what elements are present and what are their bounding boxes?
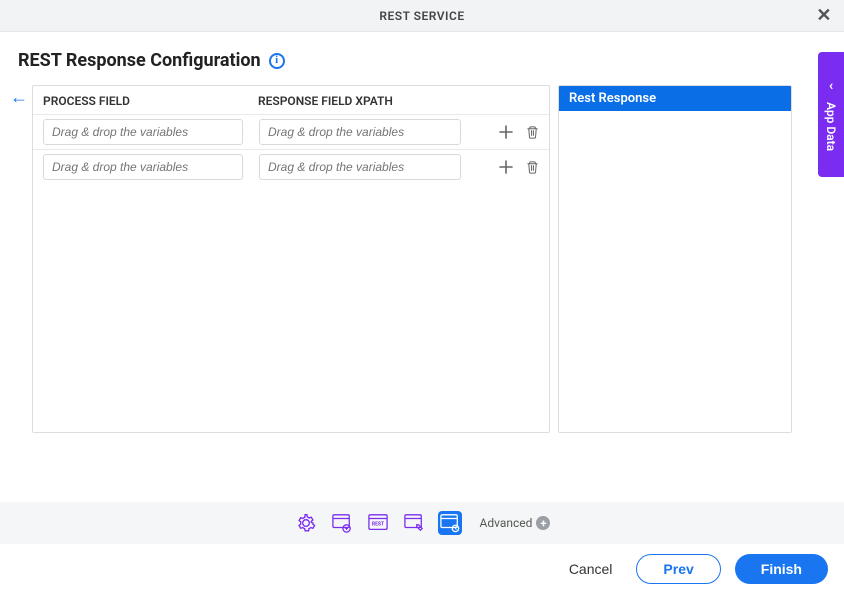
add-row-icon[interactable] xyxy=(497,158,515,176)
form-edit-icon[interactable] xyxy=(402,511,426,535)
panels-container: PROCESS FIELD RESPONSE FIELD XPATH xyxy=(32,85,826,433)
back-arrow-icon[interactable]: ← xyxy=(10,89,28,107)
response-field-input[interactable] xyxy=(259,154,461,180)
page-title-row: REST Response Configuration i xyxy=(0,32,844,85)
delete-row-icon[interactable] xyxy=(523,123,541,141)
footer-actions: Cancel Prev Finish xyxy=(0,544,844,594)
cancel-button[interactable]: Cancel xyxy=(559,555,623,583)
rest-response-panel: Rest Response xyxy=(558,85,792,433)
table-row xyxy=(33,114,549,149)
add-row-icon[interactable] xyxy=(497,123,515,141)
mapping-table-panel: PROCESS FIELD RESPONSE FIELD XPATH xyxy=(32,85,550,433)
finish-button[interactable]: Finish xyxy=(735,554,828,584)
app-data-side-tab[interactable]: ‹ App Data xyxy=(818,52,844,177)
rest-config-icon[interactable]: REST xyxy=(366,511,390,535)
advanced-button[interactable]: Advanced + xyxy=(480,516,551,530)
table-row xyxy=(33,149,549,184)
step-nav-strip: REST Advanced + xyxy=(0,502,844,544)
response-timer-icon[interactable] xyxy=(438,511,462,535)
dialog-title: REST SERVICE xyxy=(379,9,464,23)
form-link-icon[interactable] xyxy=(330,511,354,535)
process-field-input[interactable] xyxy=(43,154,243,180)
prev-button[interactable]: Prev xyxy=(636,554,720,584)
page-title: REST Response Configuration xyxy=(18,50,261,71)
gear-icon[interactable] xyxy=(294,511,318,535)
svg-text:REST: REST xyxy=(371,522,383,528)
rest-response-header: Rest Response xyxy=(559,86,791,111)
process-field-input[interactable] xyxy=(43,119,243,145)
info-icon[interactable]: i xyxy=(269,53,285,69)
close-icon[interactable]: ✕ xyxy=(816,7,832,25)
content-area: ← PROCESS FIELD RESPONSE FIELD XPATH xyxy=(0,85,844,433)
side-tab-label: App Data xyxy=(824,102,838,151)
row-actions xyxy=(497,158,541,176)
col-header-process: PROCESS FIELD xyxy=(43,94,258,108)
row-actions xyxy=(497,123,541,141)
response-field-input[interactable] xyxy=(259,119,461,145)
col-header-response: RESPONSE FIELD XPATH xyxy=(258,94,539,108)
table-header-row: PROCESS FIELD RESPONSE FIELD XPATH xyxy=(33,86,549,114)
plus-circle-icon: + xyxy=(536,516,550,530)
dialog-header: REST SERVICE ✕ xyxy=(0,0,844,32)
delete-row-icon[interactable] xyxy=(523,158,541,176)
advanced-label: Advanced xyxy=(480,516,533,530)
chevron-left-icon: ‹ xyxy=(829,78,833,94)
